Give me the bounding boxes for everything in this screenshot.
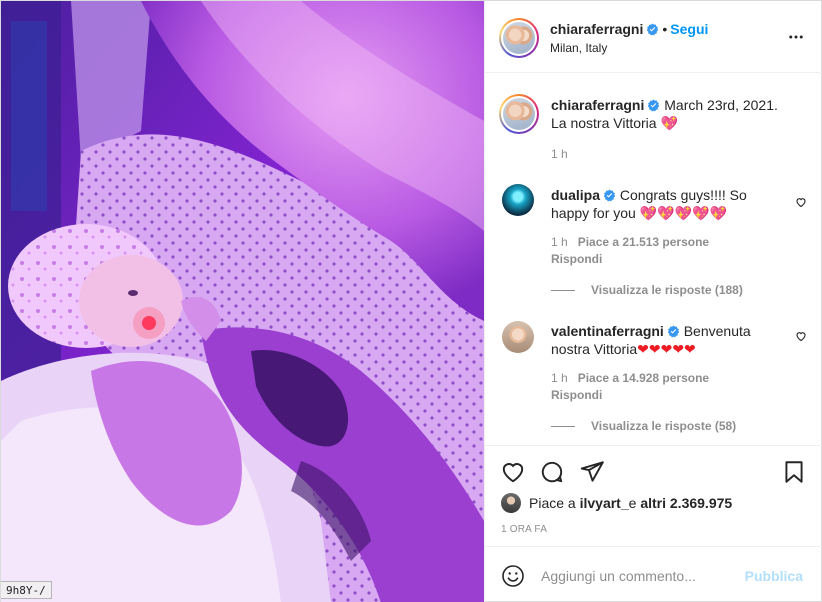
likes-count-button[interactable]: altri 2.369.975 xyxy=(640,495,732,511)
more-horizontal-icon[interactable] xyxy=(786,28,806,46)
view-replies-divider xyxy=(551,425,575,427)
comment-body-part2: happy for you xyxy=(551,205,636,221)
caption-author-avatar[interactable] xyxy=(499,94,539,134)
post-photo-illustration xyxy=(1,1,484,602)
verified-badge-icon xyxy=(647,23,659,36)
comment-meta: 1 h Piace a 21.513 persone Rispondi xyxy=(551,235,709,266)
caption-line2: La nostra Vittoria xyxy=(551,115,657,131)
view-replies-divider xyxy=(551,289,575,291)
caption-text: chiaraferragni March 23rd, 2021. La nost… xyxy=(551,96,801,132)
commenter-avatar[interactable] xyxy=(502,321,534,353)
view-replies-button[interactable]: Visualizza le risposte (188) xyxy=(551,283,743,297)
commenter-avatar[interactable] xyxy=(502,184,534,216)
red-hearts-emoji: ❤❤❤❤❤ xyxy=(637,341,696,357)
follow-button[interactable]: Segui xyxy=(670,21,708,37)
instagram-post-modal: 9h8Y-/ chiaraferragni • Segui Milan, Italy… xyxy=(0,0,822,602)
post-photo[interactable]: 9h8Y-/ xyxy=(1,1,484,602)
author-avatar[interactable] xyxy=(499,18,539,58)
publish-button[interactable]: Pubblica xyxy=(745,568,803,584)
comment-likes-count[interactable]: Piace a 14.928 persone xyxy=(578,371,709,385)
caption-line1: March 23rd, 2021. xyxy=(664,97,778,113)
comment-bubble-icon[interactable] xyxy=(539,459,565,485)
liker-avatar[interactable] xyxy=(501,493,521,513)
verified-badge-icon xyxy=(648,99,660,112)
comment-time[interactable]: 1 h xyxy=(551,371,568,385)
comment-time[interactable]: 1 h xyxy=(551,235,568,249)
comment-body-part1: Congrats guys!!!! So xyxy=(619,187,747,203)
comment-likes-count[interactable]: Piace a 21.513 persone xyxy=(578,235,709,249)
comment-text: dualipa Congrats guys!!!! So happy for y… xyxy=(551,186,766,222)
post-header: chiaraferragni • Segui Milan, Italy xyxy=(485,1,822,73)
likes-prefix: Piace a xyxy=(529,495,576,511)
comment-input[interactable] xyxy=(541,565,731,587)
like-heart-icon[interactable] xyxy=(500,459,526,485)
share-send-icon[interactable] xyxy=(579,459,605,485)
view-replies-label: Visualizza le risposte (188) xyxy=(591,283,743,297)
view-replies-button[interactable]: Visualizza le risposte (58) xyxy=(551,419,736,433)
separator-dot: • xyxy=(662,21,668,37)
post-side-panel: chiaraferragni • Segui Milan, Italy chiara… xyxy=(484,1,822,602)
reply-button[interactable]: Rispondi xyxy=(551,388,709,402)
reply-button[interactable]: Rispondi xyxy=(551,252,709,266)
add-comment-form: Pubblica xyxy=(485,546,822,602)
caption-time[interactable]: 1 h xyxy=(551,147,568,161)
sparkling-heart-emoji: 💖 xyxy=(660,115,678,131)
caption-username[interactable]: chiaraferragni xyxy=(551,97,644,113)
comment-meta: 1 h Piace a 14.928 persone Rispondi xyxy=(551,371,709,402)
post-actions-bar xyxy=(485,447,822,491)
comment-text: valentinaferragni Benvenuta nostra Vitto… xyxy=(551,322,766,358)
sparkling-hearts-emoji: 💖💖💖💖💖 xyxy=(639,205,727,221)
author-username[interactable]: chiaraferragni xyxy=(550,21,643,37)
like-comment-heart-icon[interactable] xyxy=(795,330,807,342)
save-bookmark-icon[interactable] xyxy=(781,459,807,485)
comments-list[interactable]: chiaraferragni March 23rd, 2021. La nost… xyxy=(485,74,822,446)
emoji-smile-icon[interactable] xyxy=(501,564,525,588)
author-line: chiaraferragni • Segui xyxy=(550,21,708,37)
post-timestamp[interactable]: 1 ORA FA xyxy=(501,524,547,535)
url-fragment-label: 9h8Y-/ xyxy=(1,581,52,599)
view-replies-label: Visualizza le risposte (58) xyxy=(591,419,737,433)
verified-badge-icon xyxy=(667,325,679,338)
likes-middle: e xyxy=(628,495,637,511)
post-location[interactable]: Milan, Italy xyxy=(550,41,607,55)
likes-summary: Piace a ilvyart_ e altri 2.369.975 xyxy=(501,493,732,513)
comment-username[interactable]: dualipa xyxy=(551,187,600,203)
comment-body-part2: nostra Vittoria xyxy=(551,341,638,357)
like-comment-heart-icon[interactable] xyxy=(795,196,807,208)
comment-body-part1: Benvenuta xyxy=(683,323,751,339)
comment-username[interactable]: valentinaferragni xyxy=(551,323,664,339)
verified-badge-icon xyxy=(603,189,616,202)
liker-username[interactable]: ilvyart_ xyxy=(580,495,629,511)
